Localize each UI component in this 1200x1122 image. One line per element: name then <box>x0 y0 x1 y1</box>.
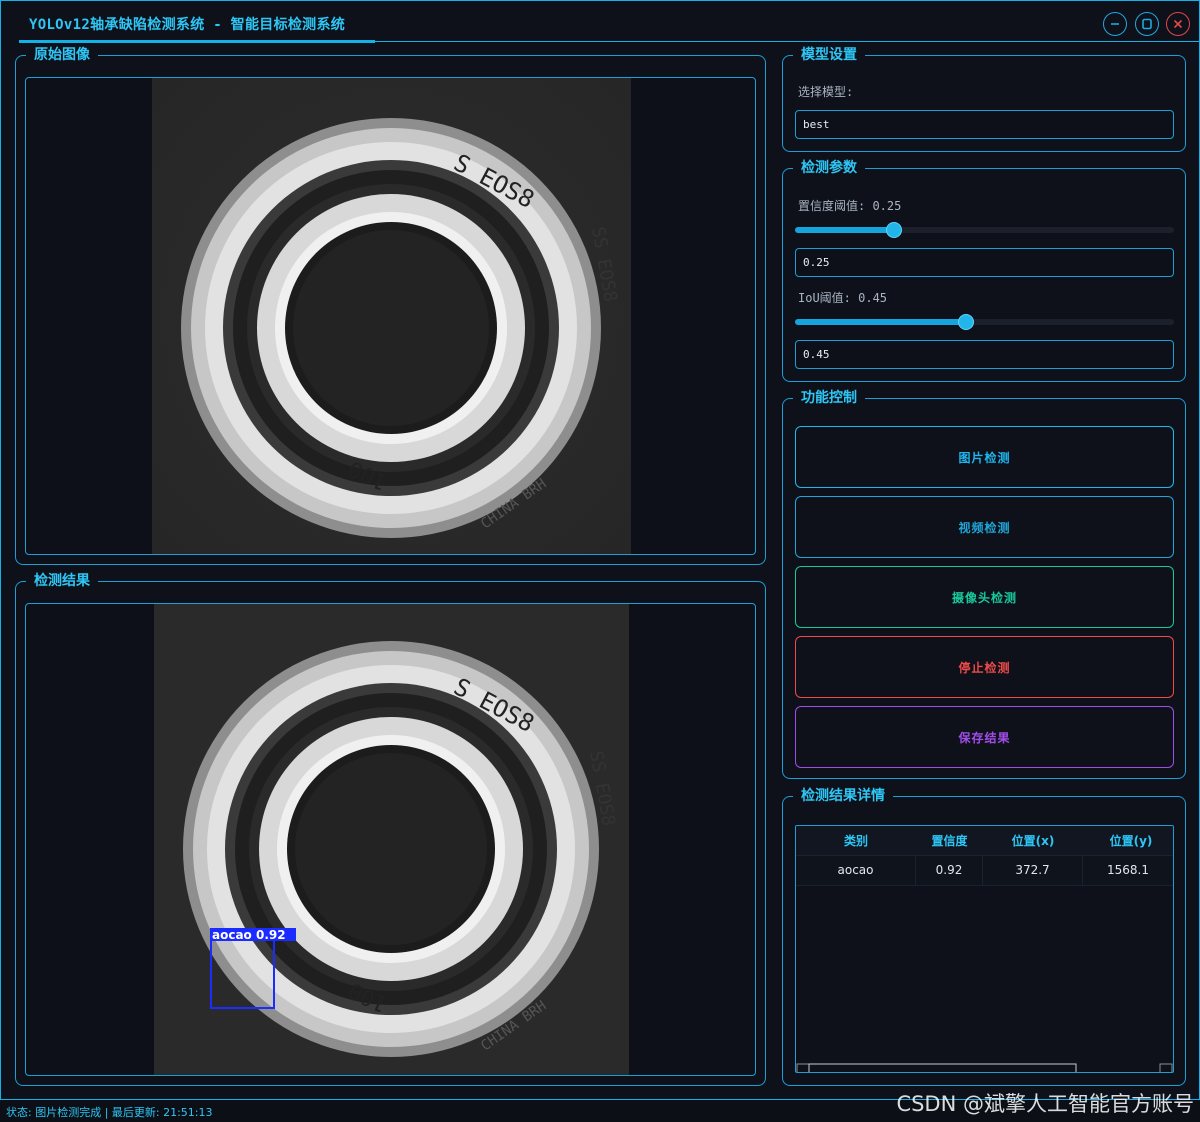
maximize-button[interactable] <box>1135 12 1159 36</box>
table-row[interactable]: aocao 0.92 372.7 1568.1 <box>796 856 1173 886</box>
main-window: YOLOv12轴承缺陷检测系统 - 智能目标检测系统 原始图像 S EOS8 S… <box>0 0 1200 1100</box>
status-text: 状态: 图片检测完成 | 最后更新: 21:51:13 <box>6 1106 213 1119</box>
iou-slider-handle[interactable] <box>958 314 974 330</box>
confidence-slider-fill <box>795 227 894 233</box>
bearing-graphic: S EOS8 SS EOS8 100 CHINA BRH <box>152 78 631 554</box>
result-details-title: 检测结果详情 <box>793 787 893 805</box>
confidence-slider-handle[interactable] <box>886 222 902 238</box>
confidence-label: 置信度阈值: 0.25 <box>798 199 902 213</box>
status-bar: 状态: 图片检测完成 | 最后更新: 21:51:13 CSDN @斌擎人工智能… <box>0 1092 1200 1122</box>
stop-detect-button[interactable]: 停止检测 <box>795 636 1174 698</box>
detection-params-title: 检测参数 <box>793 159 865 177</box>
original-image-view: S EOS8 SS EOS8 100 CHINA BRH <box>25 77 756 555</box>
column-header-y[interactable]: 位置(y) <box>1083 826 1173 856</box>
minimize-icon <box>1111 23 1119 25</box>
iou-label: IoU阈值: 0.45 <box>798 291 888 305</box>
camera-detect-button[interactable]: 摄像头检测 <box>795 566 1174 628</box>
iou-slider[interactable] <box>795 314 1174 330</box>
image-detect-button[interactable]: 图片检测 <box>795 426 1174 488</box>
model-settings-title: 模型设置 <box>793 46 865 64</box>
watermark: CSDN @斌擎人工智能官方账号 <box>896 1092 1194 1116</box>
result-bearing-image: S EOS8 SS EOS8 100 CHINA BRH aocao 0.92 <box>154 604 629 1075</box>
minimize-button[interactable] <box>1103 12 1127 36</box>
close-button[interactable] <box>1166 12 1190 36</box>
table-header: 类别 置信度 位置(x) 位置(y) <box>796 826 1173 856</box>
column-header-class[interactable]: 类别 <box>796 826 916 856</box>
result-image-title: 检测结果 <box>26 572 98 590</box>
confidence-slider[interactable] <box>795 222 1174 238</box>
close-icon <box>1173 19 1183 29</box>
cell-y: 1568.1 <box>1107 863 1149 877</box>
function-controls-title: 功能控制 <box>793 389 865 407</box>
scrollbar-graphic <box>796 1063 1173 1072</box>
title-accent <box>19 40 375 43</box>
iou-input[interactable]: 0.45 <box>795 340 1174 369</box>
model-select-label: 选择模型: <box>798 85 854 99</box>
window-title: YOLOv12轴承缺陷检测系统 - 智能目标检测系统 <box>29 17 346 33</box>
model-select[interactable]: best <box>795 110 1174 139</box>
results-table[interactable]: 类别 置信度 位置(x) 位置(y) aocao 0.92 372.7 1568… <box>795 825 1174 1073</box>
save-result-button[interactable]: 保存结果 <box>795 706 1174 768</box>
cell-confidence: 0.92 <box>916 856 983 885</box>
maximize-icon <box>1142 18 1152 30</box>
iou-slider-fill <box>795 319 966 325</box>
detection-label: aocao 0.92 <box>212 928 286 942</box>
video-detect-button[interactable]: 视频检测 <box>795 496 1174 558</box>
original-image-title: 原始图像 <box>26 46 98 64</box>
cell-x: 372.7 <box>983 856 1083 885</box>
column-header-confidence[interactable]: 置信度 <box>916 826 983 856</box>
result-image-view: S EOS8 SS EOS8 100 CHINA BRH aocao 0.92 <box>25 603 756 1076</box>
confidence-input[interactable]: 0.25 <box>795 248 1174 277</box>
column-header-x[interactable]: 位置(x) <box>983 826 1083 856</box>
title-bar: YOLOv12轴承缺陷检测系统 - 智能目标检测系统 <box>1 1 1199 43</box>
bearing-result-graphic: S EOS8 SS EOS8 100 CHINA BRH aocao 0.92 <box>154 604 629 1075</box>
horizontal-scrollbar[interactable] <box>796 1060 1173 1072</box>
original-bearing-image: S EOS8 SS EOS8 100 CHINA BRH <box>152 78 631 554</box>
cell-class: aocao <box>796 856 916 885</box>
